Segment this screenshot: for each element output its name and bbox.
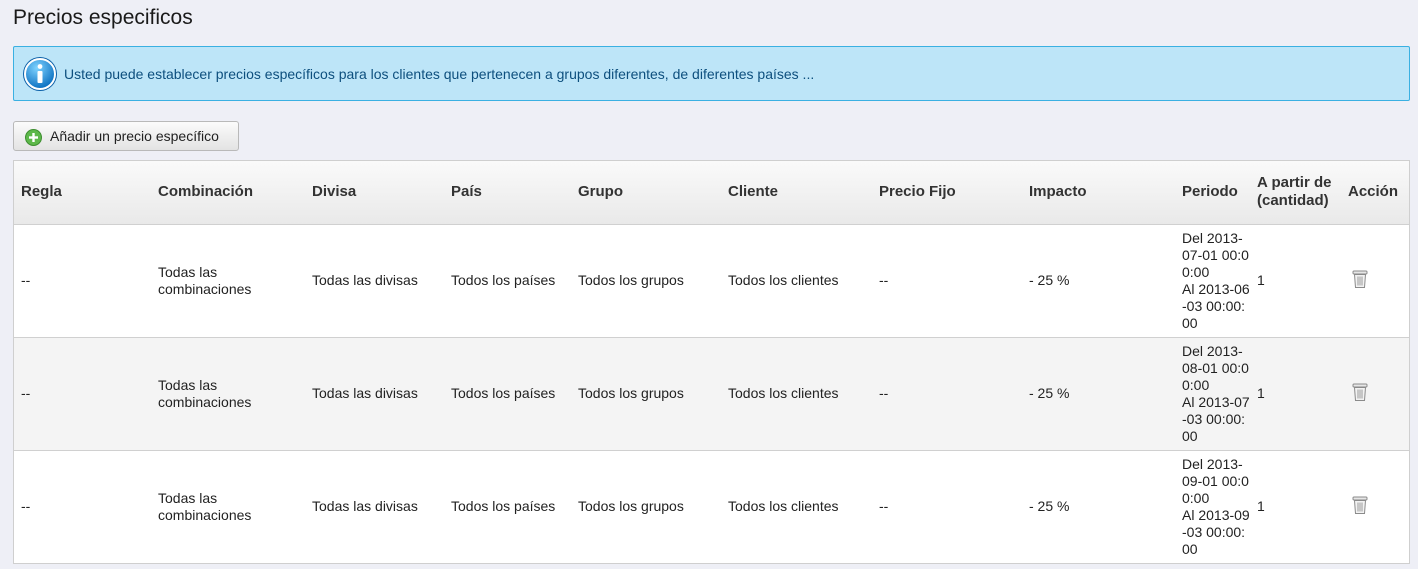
- cell-combinacion: Todas las combinaciones: [158, 489, 252, 523]
- cell-impacto: - 25 %: [1029, 498, 1070, 515]
- cell-pais: Todos los países: [451, 272, 556, 288]
- add-specific-price-label: Añadir un precio específico: [50, 128, 219, 144]
- cell-periodo: Del 2013-09-01 00:00:00 Al 2013-09-03 00…: [1175, 450, 1250, 563]
- cell-accion: [1341, 337, 1409, 450]
- cell-divisa: Todas las divisas: [312, 272, 418, 288]
- cell-regla: --: [21, 498, 31, 515]
- cell-accion: [1341, 224, 1409, 337]
- cell-regla: --: [21, 385, 31, 401]
- cell-divisa: Todas las divisas: [312, 385, 418, 401]
- info-message-box: Usted puede establecer precios específic…: [13, 46, 1410, 101]
- column-header-regla: Regla: [21, 183, 62, 201]
- cell-regla: --: [21, 272, 31, 288]
- info-message: Usted puede establecer precios específic…: [64, 66, 815, 82]
- column-header-cliente: Cliente: [728, 183, 779, 201]
- period-from: Del 2013-07-01 00:00:00: [1182, 229, 1249, 280]
- column-header-periodo: Periodo: [1182, 183, 1238, 201]
- cell-combinacion: Todas las combinaciones: [158, 263, 252, 297]
- cell-combinacion: Todas las combinaciones: [158, 376, 252, 410]
- cell-a-partir: 1: [1257, 272, 1265, 288]
- cell-grupo: Todos los grupos: [578, 498, 684, 515]
- period-to: Al 2013-09-03 00:00:00: [1182, 506, 1250, 557]
- specific-prices-table: Regla Combinación Divisa País Grupo Clie…: [13, 160, 1410, 564]
- column-header-combinacion: Combinación: [158, 183, 254, 201]
- column-header-precio-fijo: Precio Fijo: [879, 183, 956, 201]
- cell-cliente: Todos los clientes: [728, 385, 839, 401]
- period-from: Del 2013-08-01 00:00:00: [1182, 342, 1249, 393]
- period-from: Del 2013-09-01 00:00:00: [1182, 455, 1249, 506]
- cell-divisa: Todas las divisas: [312, 498, 418, 515]
- cell-precio-fijo: --: [879, 385, 889, 401]
- column-header-impacto: Impacto: [1029, 183, 1087, 201]
- column-header-grupo: Grupo: [578, 183, 623, 201]
- period-to: Al 2013-06-03 00:00:00: [1182, 280, 1250, 331]
- add-specific-price-button[interactable]: Añadir un precio específico: [13, 121, 239, 151]
- trash-icon[interactable]: [1352, 382, 1368, 402]
- cell-grupo: Todos los grupos: [578, 272, 684, 288]
- cell-pais: Todos los países: [451, 498, 556, 515]
- cell-cliente: Todos los clientes: [728, 272, 839, 288]
- column-header-a-partir: A partir de (cantidad): [1257, 174, 1332, 210]
- period-to: Al 2013-07-03 00:00:00: [1182, 393, 1250, 444]
- cell-accion: [1341, 450, 1409, 563]
- column-header-accion: Acción: [1348, 183, 1399, 201]
- trash-icon[interactable]: [1352, 269, 1368, 289]
- cell-precio-fijo: --: [879, 498, 889, 515]
- cell-cliente: Todos los clientes: [728, 498, 839, 515]
- column-header-pais: País: [451, 183, 482, 201]
- cell-periodo: Del 2013-07-01 00:00:00 Al 2013-06-03 00…: [1175, 224, 1250, 337]
- cell-grupo: Todos los grupos: [578, 385, 684, 401]
- column-header-divisa: Divisa: [312, 183, 357, 201]
- cell-a-partir: 1: [1257, 385, 1265, 401]
- table-row: -- Todas las combinaciones Todas las div…: [14, 337, 1409, 450]
- info-icon: [22, 56, 58, 92]
- trash-icon[interactable]: [1352, 495, 1368, 515]
- cell-precio-fijo: --: [879, 272, 889, 288]
- table-row: -- Todas las combinaciones Todas las div…: [14, 450, 1409, 563]
- table-row: -- Todas las combinaciones Todas las div…: [14, 224, 1409, 337]
- cell-a-partir: 1: [1257, 498, 1265, 515]
- page-title: Precios especificos: [13, 6, 193, 29]
- cell-impacto: - 25 %: [1029, 272, 1070, 288]
- cell-impacto: - 25 %: [1029, 385, 1070, 401]
- plus-circle-icon: [25, 129, 42, 146]
- cell-periodo: Del 2013-08-01 00:00:00 Al 2013-07-03 00…: [1175, 337, 1250, 450]
- table-header-row: Regla Combinación Divisa País Grupo Clie…: [14, 161, 1409, 224]
- cell-pais: Todos los países: [451, 385, 556, 401]
